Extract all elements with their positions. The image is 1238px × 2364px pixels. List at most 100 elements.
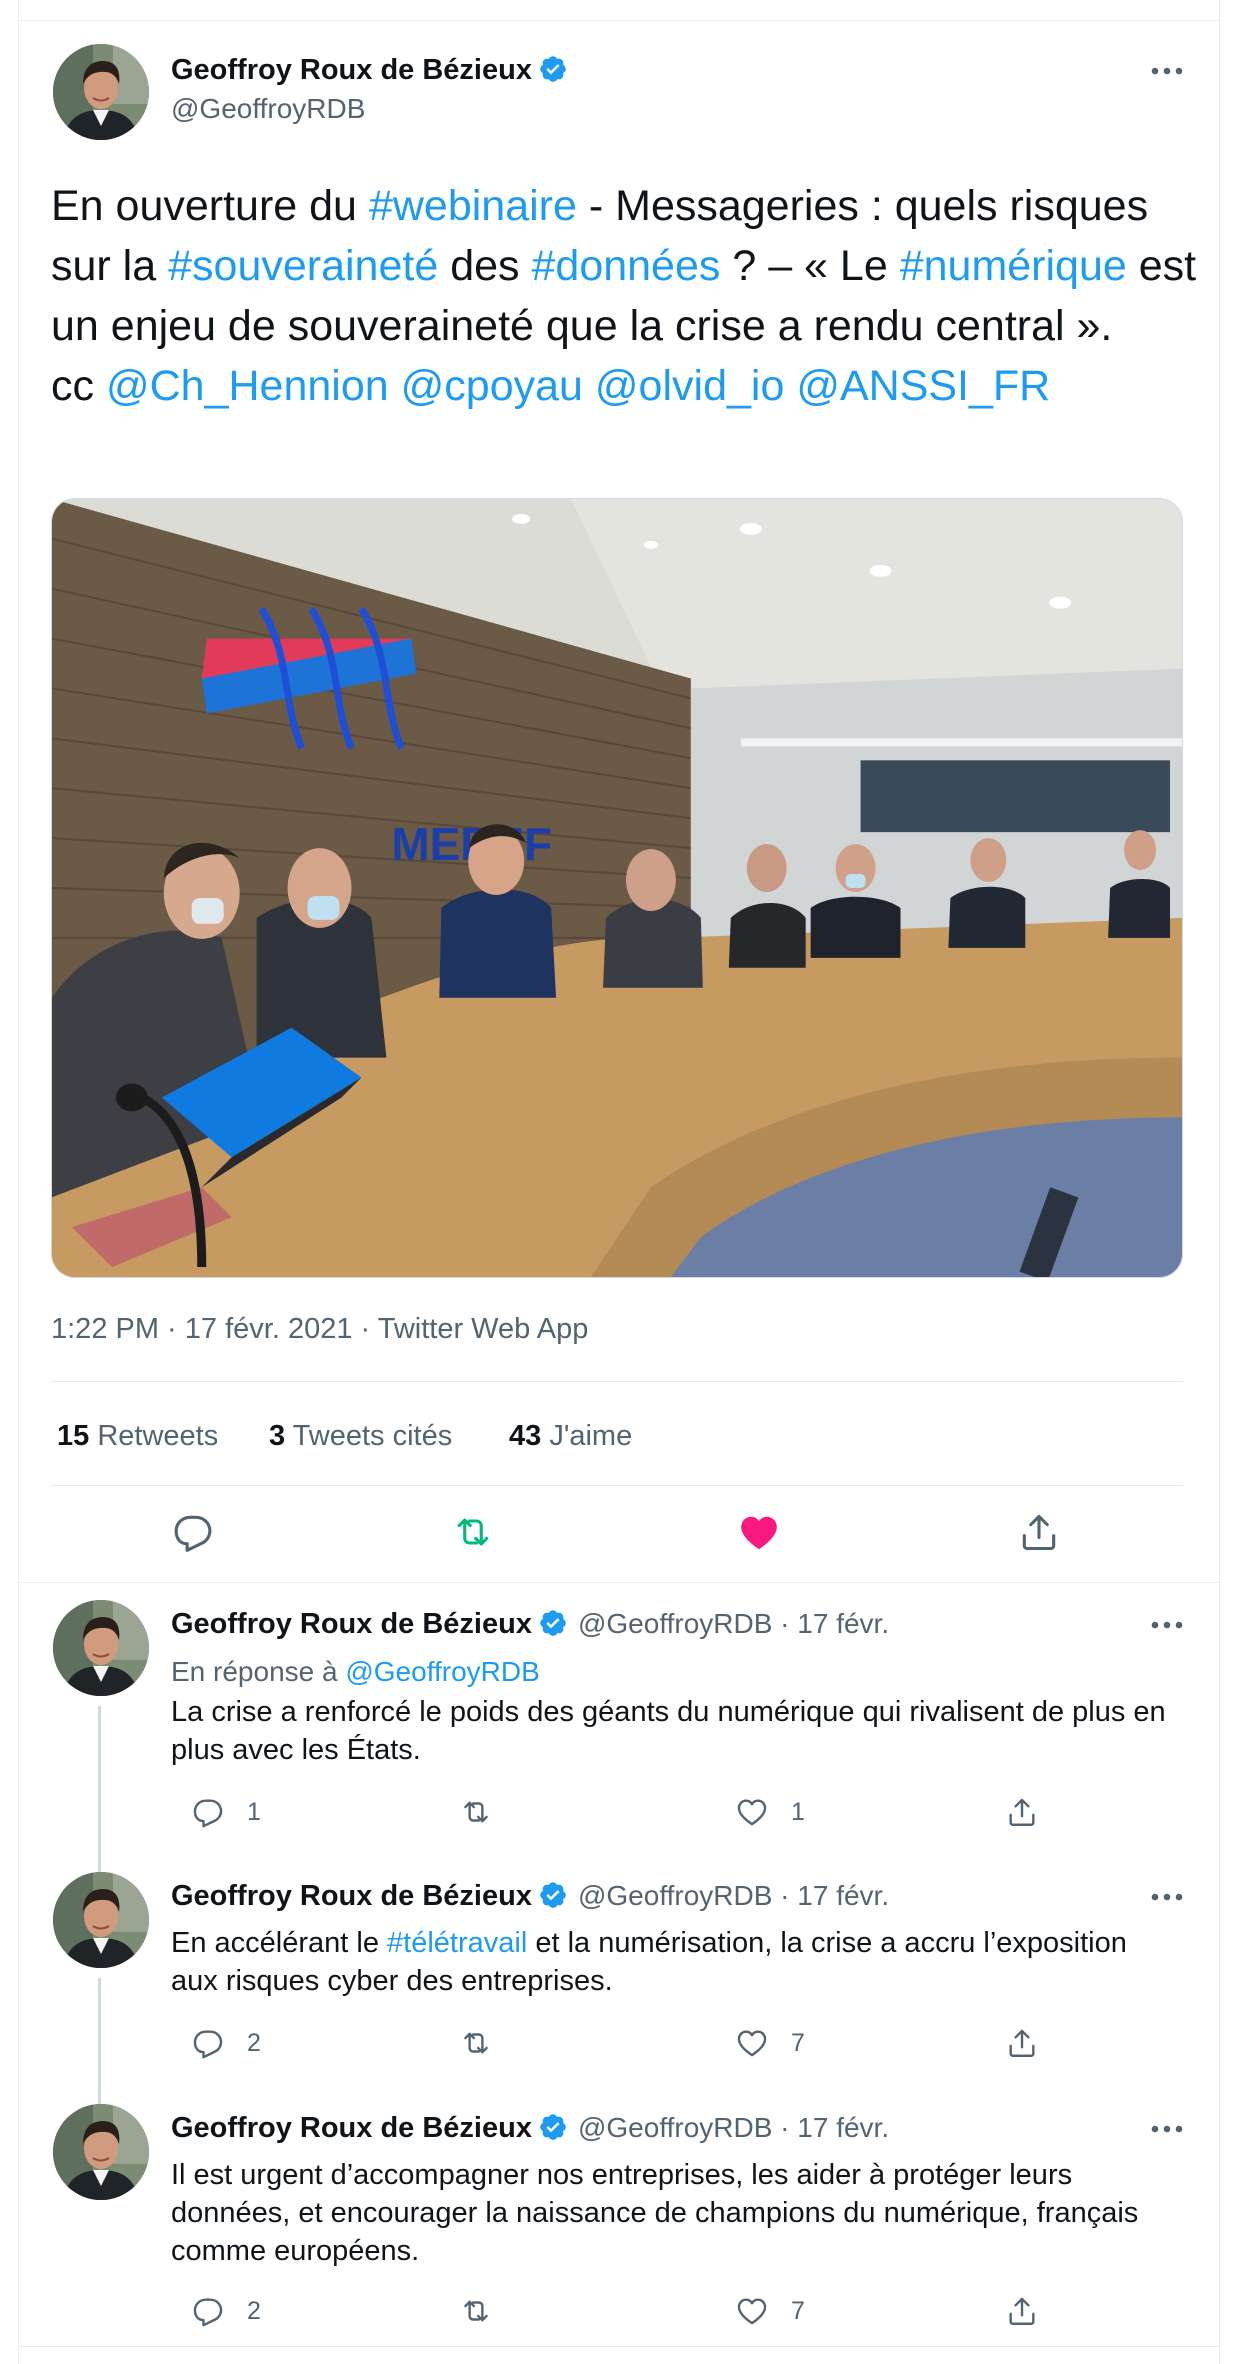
- reply-button[interactable]: 1: [191, 1794, 261, 1830]
- reply-avatar[interactable]: [53, 1600, 149, 1696]
- tweet-text-part: des: [438, 242, 532, 290]
- reply-count: 2: [247, 2296, 261, 2325]
- hashtag-link[interactable]: #souveraineté: [168, 242, 438, 290]
- retweets-count: 15: [57, 1420, 90, 1452]
- thread-connector: [98, 1706, 101, 1876]
- like-count: 7: [791, 2296, 805, 2325]
- retweet-button[interactable]: [459, 2293, 515, 2329]
- retweet-icon: [459, 1795, 493, 1829]
- share-icon[interactable]: [1017, 1510, 1061, 1554]
- reply-to-prefix: En réponse à: [171, 1656, 346, 1687]
- retweet-button[interactable]: [459, 1794, 515, 1830]
- author-handle[interactable]: @GeoffroyRDB: [171, 92, 365, 126]
- mention-link[interactable]: @cpoyau: [401, 362, 583, 410]
- verified-badge-icon: [538, 1608, 568, 1638]
- share-button[interactable]: [1005, 1794, 1039, 1830]
- share-icon: [1005, 2294, 1039, 2328]
- author-name[interactable]: Geoffroy Roux de Bézieux: [171, 52, 568, 88]
- like-icon: [735, 2294, 769, 2328]
- reply-to-handle[interactable]: @GeoffroyRDB: [345, 1656, 539, 1687]
- divider: [19, 2346, 1219, 2347]
- mention-link[interactable]: @olvid_io: [595, 362, 784, 410]
- tweet-text: En ouverture du #webinaire - Messageries…: [51, 176, 1211, 416]
- divider: [51, 1381, 1183, 1382]
- tweet-text-part: cc: [51, 362, 106, 410]
- reply-button[interactable]: 2: [191, 2025, 261, 2061]
- divider: [51, 1485, 1183, 1486]
- reply-date[interactable]: · 17 févr.: [772, 1608, 889, 1639]
- quote-tweets-stat[interactable]: 3 Tweets cités: [269, 1416, 452, 1456]
- likes-count: 43: [509, 1420, 542, 1452]
- reply-icon: [191, 2026, 225, 2060]
- reply-count: 1: [247, 1797, 261, 1826]
- tweet-text-part: En ouverture du: [51, 182, 369, 230]
- retweet-icon: [459, 2026, 493, 2060]
- reply-button[interactable]: 2: [191, 2293, 261, 2329]
- retweet-icon[interactable]: [451, 1510, 495, 1554]
- retweet-icon: [459, 2294, 493, 2328]
- reply-author[interactable]: Geoffroy Roux de Bézieux @GeoffroyRDB · 1…: [171, 1606, 889, 1642]
- reply-text: La crise a renforcé le poids des géants …: [171, 1696, 1166, 1766]
- reply-to-line: En réponse à @GeoffroyRDB: [171, 1654, 540, 1690]
- like-button[interactable]: 1: [735, 1794, 805, 1830]
- reply-author-name[interactable]: Geoffroy Roux de Bézieux: [171, 2112, 532, 2144]
- reply-author-name[interactable]: Geoffroy Roux de Bézieux: [171, 1880, 532, 1912]
- reply-date[interactable]: · 17 févr.: [772, 1880, 889, 1911]
- reply-author[interactable]: Geoffroy Roux de Bézieux @GeoffroyRDB · 1…: [171, 2110, 889, 2146]
- author-avatar[interactable]: [53, 44, 149, 140]
- tweet-timestamp[interactable]: 1:22 PM · 17 févr. 2021 · Twitter Web Ap…: [51, 1309, 588, 1349]
- like-count: 7: [791, 2028, 805, 2057]
- reply-avatar[interactable]: [53, 1872, 149, 1968]
- reply-author-name[interactable]: Geoffroy Roux de Bézieux: [171, 1608, 532, 1640]
- hashtag-link[interactable]: #données: [531, 242, 720, 290]
- reply-handle[interactable]: @GeoffroyRDB: [578, 1880, 772, 1911]
- verified-badge-icon: [538, 2112, 568, 2142]
- hashtag-link[interactable]: #webinaire: [369, 182, 577, 230]
- hashtag-link[interactable]: #numérique: [900, 242, 1127, 290]
- author-name-text[interactable]: Geoffroy Roux de Bézieux: [171, 54, 532, 86]
- share-button[interactable]: [1005, 2293, 1039, 2329]
- divider: [19, 20, 1219, 21]
- reply-icon: [191, 1795, 225, 1829]
- reply-text: Il est urgent d’accompagner nos entrepri…: [171, 2159, 1139, 2267]
- quotes-count: 3: [269, 1420, 286, 1452]
- like-button[interactable]: 7: [735, 2025, 805, 2061]
- share-icon: [1005, 2026, 1039, 2060]
- like-icon: [735, 2026, 769, 2060]
- meeting-room-photo: MEDEF: [52, 499, 1182, 1277]
- divider: [19, 1582, 1219, 1583]
- like-icon[interactable]: [737, 1510, 781, 1554]
- reply-handle[interactable]: @GeoffroyRDB: [578, 1608, 772, 1639]
- like-icon: [735, 1795, 769, 1829]
- tweet-thread-panel: Geoffroy Roux de Bézieux @GeoffroyRDB En…: [18, 0, 1220, 2364]
- tweet-photo[interactable]: MEDEF: [51, 498, 1183, 1278]
- reply-date[interactable]: · 17 févr.: [772, 2112, 889, 2143]
- retweet-button[interactable]: [459, 2025, 515, 2061]
- retweets-stat[interactable]: 15 Retweets: [57, 1416, 218, 1456]
- likes-label: J'aime: [541, 1420, 633, 1452]
- share-icon: [1005, 1795, 1039, 1829]
- reply-author[interactable]: Geoffroy Roux de Bézieux @GeoffroyRDB · 1…: [171, 1878, 889, 1914]
- more-options-icon[interactable]: [1147, 56, 1187, 86]
- verified-badge-icon: [538, 54, 568, 84]
- likes-stat[interactable]: 43 J'aime: [509, 1416, 632, 1456]
- reply-avatar[interactable]: [53, 2104, 149, 2200]
- reply-icon[interactable]: [171, 1510, 215, 1554]
- quotes-label: Tweets cités: [285, 1420, 453, 1452]
- verified-badge-icon: [538, 1880, 568, 1910]
- reply-text-part: En accélérant le: [171, 1927, 388, 1959]
- reply-count: 2: [247, 2028, 261, 2057]
- mention-link[interactable]: @Ch_Hennion: [106, 362, 389, 410]
- more-options-icon[interactable]: [1147, 1882, 1187, 1912]
- like-count: 1: [791, 1797, 805, 1826]
- reply-icon: [191, 2294, 225, 2328]
- tweet-text-part: ? – « Le: [720, 242, 900, 290]
- like-button[interactable]: 7: [735, 2293, 805, 2329]
- reply-handle[interactable]: @GeoffroyRDB: [578, 2112, 772, 2143]
- thread-connector: [98, 1978, 101, 2104]
- more-options-icon[interactable]: [1147, 2114, 1187, 2144]
- mention-link[interactable]: @ANSSI_FR: [796, 362, 1050, 410]
- more-options-icon[interactable]: [1147, 1610, 1187, 1640]
- hashtag-link[interactable]: #télétravail: [387, 1927, 527, 1959]
- share-button[interactable]: [1005, 2025, 1039, 2061]
